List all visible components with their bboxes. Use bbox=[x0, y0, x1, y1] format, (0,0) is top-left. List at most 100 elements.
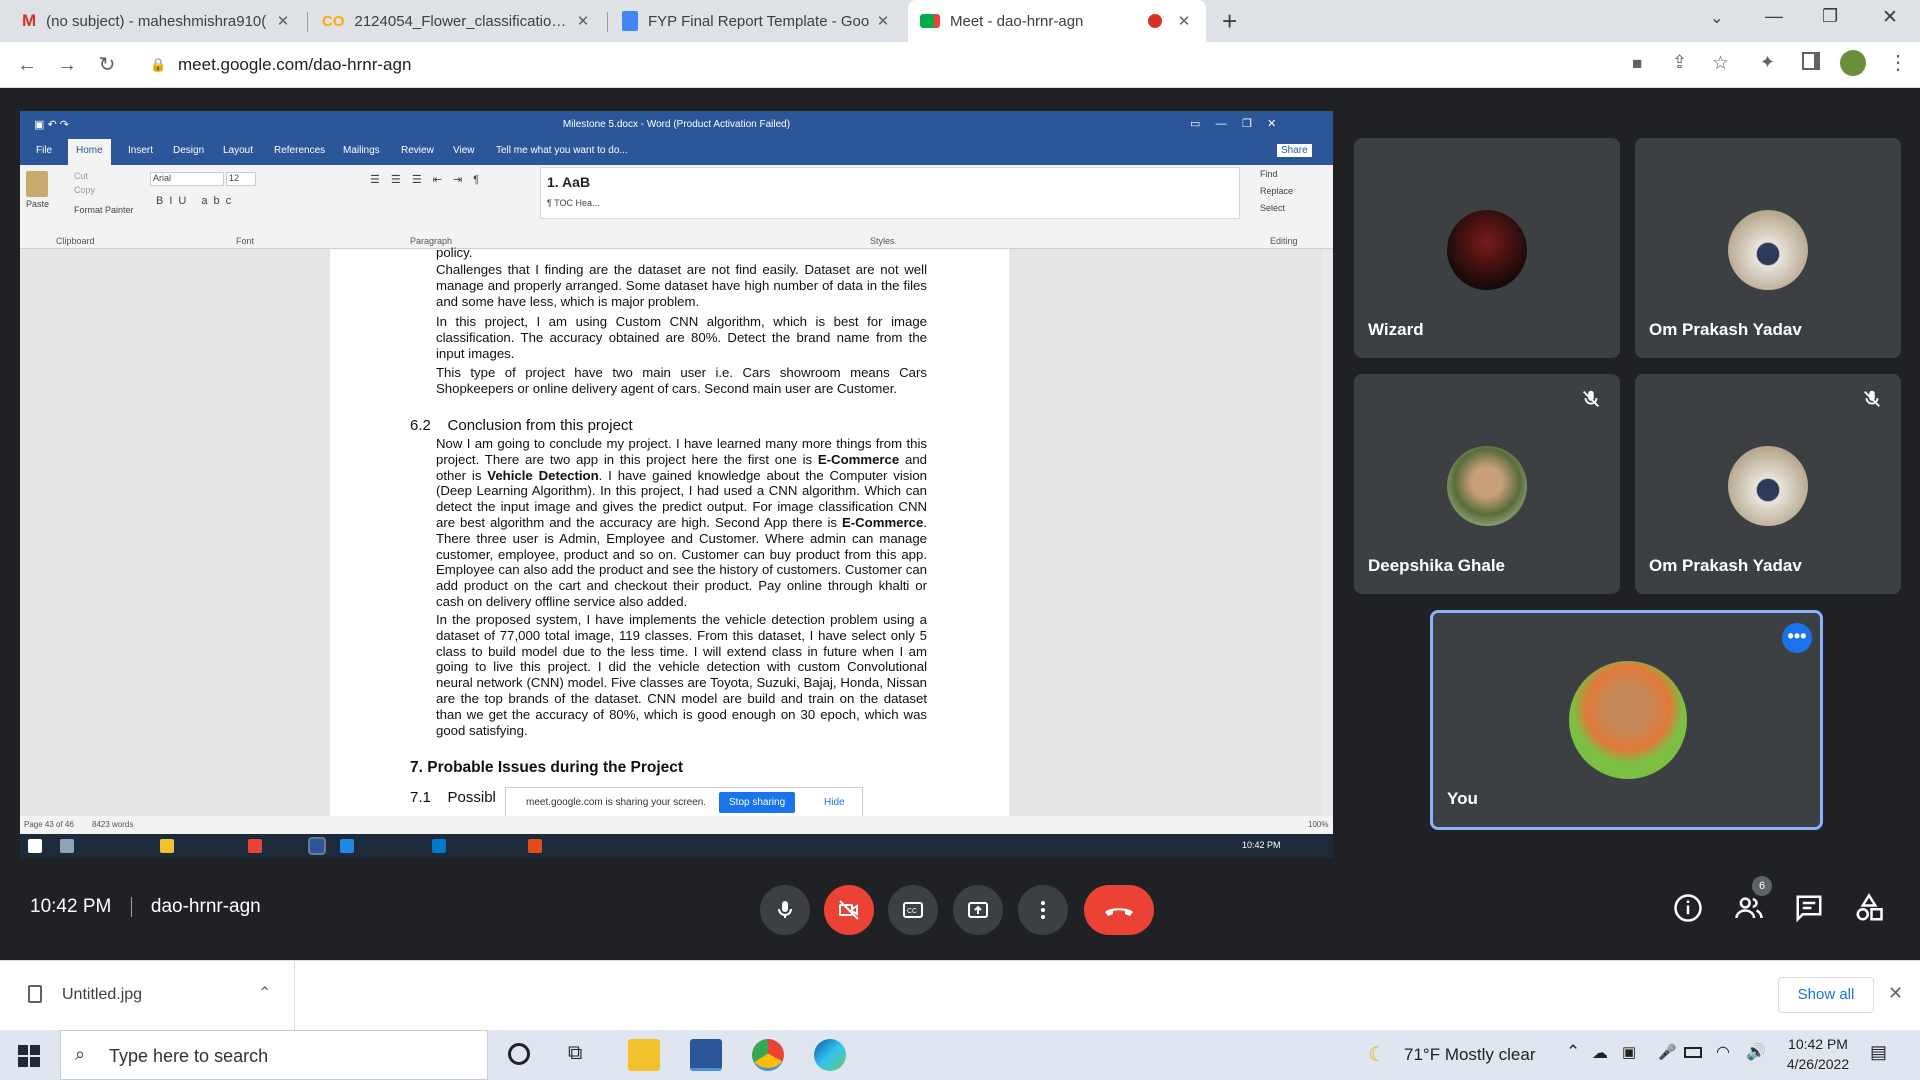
camera-off-icon bbox=[839, 900, 859, 920]
close-window-icon[interactable]: ✕ bbox=[1882, 6, 1898, 29]
sidebar-icon[interactable] bbox=[1802, 52, 1820, 70]
maximize-icon[interactable]: ❐ bbox=[1822, 6, 1838, 27]
tab-colab[interactable]: CO 2124054_Flower_classification.ipy ✕ bbox=[310, 0, 605, 42]
tab-gmail[interactable]: M (no subject) - maheshmishra910( ✕ bbox=[10, 0, 305, 42]
mic-tray-icon[interactable]: 🎤 bbox=[1658, 1043, 1677, 1061]
extensions-icon[interactable]: ✦ bbox=[1760, 52, 1775, 73]
find-label: Find bbox=[1260, 169, 1278, 179]
text-run-bold: E-Commerce bbox=[841, 514, 924, 530]
paste-label: Paste bbox=[26, 199, 50, 209]
captions-button[interactable]: CC bbox=[888, 885, 938, 935]
doc-paragraph: Challenges that I finding are the datase… bbox=[436, 262, 927, 309]
word-count: 8423 words bbox=[92, 820, 134, 829]
windows-taskbar: ⌕ Type here to search ⧉ ☾ 71°F Mostly cl… bbox=[0, 1030, 1920, 1080]
meeting-code: dao-hrnr-agn bbox=[150, 896, 261, 917]
windows-start-icon[interactable] bbox=[18, 1045, 40, 1067]
participant-tile[interactable]: Om Prakash Yadav bbox=[1635, 138, 1901, 358]
tab-docs[interactable]: FYP Final Report Template - Goo ✕ bbox=[610, 0, 905, 42]
bookmark-star-icon[interactable]: ☆ bbox=[1712, 52, 1729, 75]
taskbar-time[interactable]: 10:42 PM bbox=[1786, 1036, 1850, 1052]
more-options-icon[interactable]: ••• bbox=[1782, 623, 1812, 653]
participant-tile[interactable]: Om Prakash Yadav bbox=[1635, 374, 1901, 594]
close-icon[interactable]: ✕ bbox=[273, 12, 293, 30]
notifications-icon[interactable]: ▤ bbox=[1870, 1042, 1887, 1063]
word-taskbar-icon[interactable] bbox=[690, 1039, 722, 1071]
profile-avatar[interactable] bbox=[1840, 50, 1866, 76]
hide-button: Hide bbox=[824, 797, 845, 808]
mic-off-icon bbox=[1583, 390, 1599, 407]
close-icon[interactable]: ✕ bbox=[873, 12, 893, 30]
meeting-clock: 10:42 PM bbox=[30, 896, 112, 917]
present-button[interactable] bbox=[953, 885, 1003, 935]
share-page-icon[interactable]: ⇪ bbox=[1672, 52, 1687, 73]
taskbar-date[interactable]: 4/26/2022 bbox=[1786, 1056, 1850, 1072]
camera-button[interactable] bbox=[824, 885, 874, 935]
reload-icon[interactable]: ↻ bbox=[92, 50, 122, 80]
weather-text[interactable]: 71°F Mostly clear bbox=[1404, 1045, 1536, 1065]
chevron-up-icon[interactable]: ⌃ bbox=[258, 983, 271, 1003]
meeting-info-icon[interactable] bbox=[1673, 893, 1703, 923]
search-icon bbox=[60, 839, 74, 853]
doc-paragraph: In the proposed system, I have implement… bbox=[436, 612, 927, 738]
chrome-taskbar-icon[interactable] bbox=[752, 1039, 784, 1071]
chrome-icon bbox=[248, 839, 262, 853]
new-tab-icon[interactable]: + bbox=[1222, 6, 1237, 37]
meeting-details: 10:42 PM dao-hrnr-agn bbox=[30, 896, 261, 918]
taskbar-search-box[interactable]: ⌕ Type here to search bbox=[60, 1030, 488, 1080]
word-tab: Design bbox=[173, 145, 205, 156]
word-ribbon: Paste Cut Copy Format Painter Clipboard … bbox=[20, 165, 1333, 249]
edge-taskbar-icon[interactable] bbox=[814, 1039, 846, 1071]
weather-moon-icon: ☾ bbox=[1368, 1044, 1386, 1066]
mic-button[interactable] bbox=[760, 885, 810, 935]
back-icon[interactable]: ← bbox=[12, 50, 42, 80]
docs-icon bbox=[622, 11, 638, 31]
colab-icon: CO bbox=[322, 12, 345, 30]
volume-icon[interactable]: 🔊 bbox=[1746, 1042, 1766, 1062]
people-button[interactable]: 6 bbox=[1734, 876, 1772, 923]
leave-call-button[interactable] bbox=[1084, 885, 1154, 935]
word-share: Share bbox=[1277, 144, 1312, 157]
font-name-box: Arial bbox=[150, 172, 224, 186]
close-icon[interactable]: ✕ bbox=[1888, 983, 1903, 1004]
heading-7: 7. Probable Issues during the Project bbox=[410, 759, 684, 776]
battery-icon[interactable] bbox=[1684, 1047, 1702, 1058]
tab-meet[interactable]: Meet - dao-hrnr-agn ✕ bbox=[908, 0, 1206, 42]
task-view-icon[interactable]: ⧉ bbox=[568, 1042, 582, 1065]
tray-chevron-icon[interactable]: ⌃ bbox=[1566, 1042, 1580, 1062]
styles-gallery: 1. AaB ¶ TOC Hea... bbox=[540, 167, 1240, 219]
meet-tray-icon[interactable]: ▣ bbox=[1622, 1043, 1636, 1061]
camera-blocked-icon[interactable]: ■ bbox=[1632, 54, 1642, 74]
present-icon bbox=[968, 902, 988, 918]
avatar bbox=[1447, 210, 1527, 290]
minimize-icon[interactable]: — bbox=[1765, 6, 1783, 27]
replace-label: Replace bbox=[1260, 186, 1294, 196]
url-field[interactable]: 🔒 meet.google.com/dao-hrnr-agn bbox=[140, 49, 1630, 81]
doc-paragraph-conclusion: Now I am going to conclude my project. I… bbox=[436, 436, 927, 610]
heading-text: Conclusion from this project bbox=[447, 417, 633, 434]
avatar bbox=[1728, 210, 1808, 290]
wifi-icon[interactable]: ◠ bbox=[1716, 1042, 1730, 1062]
file-explorer-icon[interactable] bbox=[628, 1039, 660, 1071]
participant-tile[interactable]: Deepshika Ghale bbox=[1354, 374, 1620, 594]
onedrive-icon[interactable]: ☁ bbox=[1592, 1043, 1608, 1063]
participant-name: You bbox=[1447, 789, 1478, 808]
paste-icon bbox=[26, 171, 48, 197]
close-icon[interactable]: ✕ bbox=[1174, 12, 1194, 30]
url-text: meet.google.com/dao-hrnr-agn bbox=[178, 55, 412, 74]
download-item[interactable]: Untitled.jpg ⌃ bbox=[0, 961, 295, 1031]
meet-icon bbox=[920, 14, 940, 28]
activities-icon[interactable] bbox=[1854, 893, 1884, 923]
participant-tile-self[interactable]: ••• You bbox=[1430, 610, 1823, 830]
tab-search-icon[interactable]: ⌄ bbox=[1710, 8, 1723, 28]
chat-icon[interactable] bbox=[1794, 893, 1824, 923]
more-options-button[interactable] bbox=[1018, 885, 1068, 935]
close-icon[interactable]: ✕ bbox=[573, 12, 593, 30]
heading-text: Possibl bbox=[447, 789, 496, 806]
show-all-button[interactable]: Show all bbox=[1778, 977, 1874, 1013]
tab-title: (no subject) - maheshmishra910( bbox=[46, 12, 267, 30]
cortana-icon[interactable] bbox=[508, 1043, 530, 1065]
forward-icon[interactable]: → bbox=[52, 50, 82, 80]
word-tab: File bbox=[36, 145, 53, 156]
chrome-menu-icon[interactable]: ⋮ bbox=[1888, 50, 1908, 75]
participant-tile[interactable]: Wizard bbox=[1354, 138, 1620, 358]
